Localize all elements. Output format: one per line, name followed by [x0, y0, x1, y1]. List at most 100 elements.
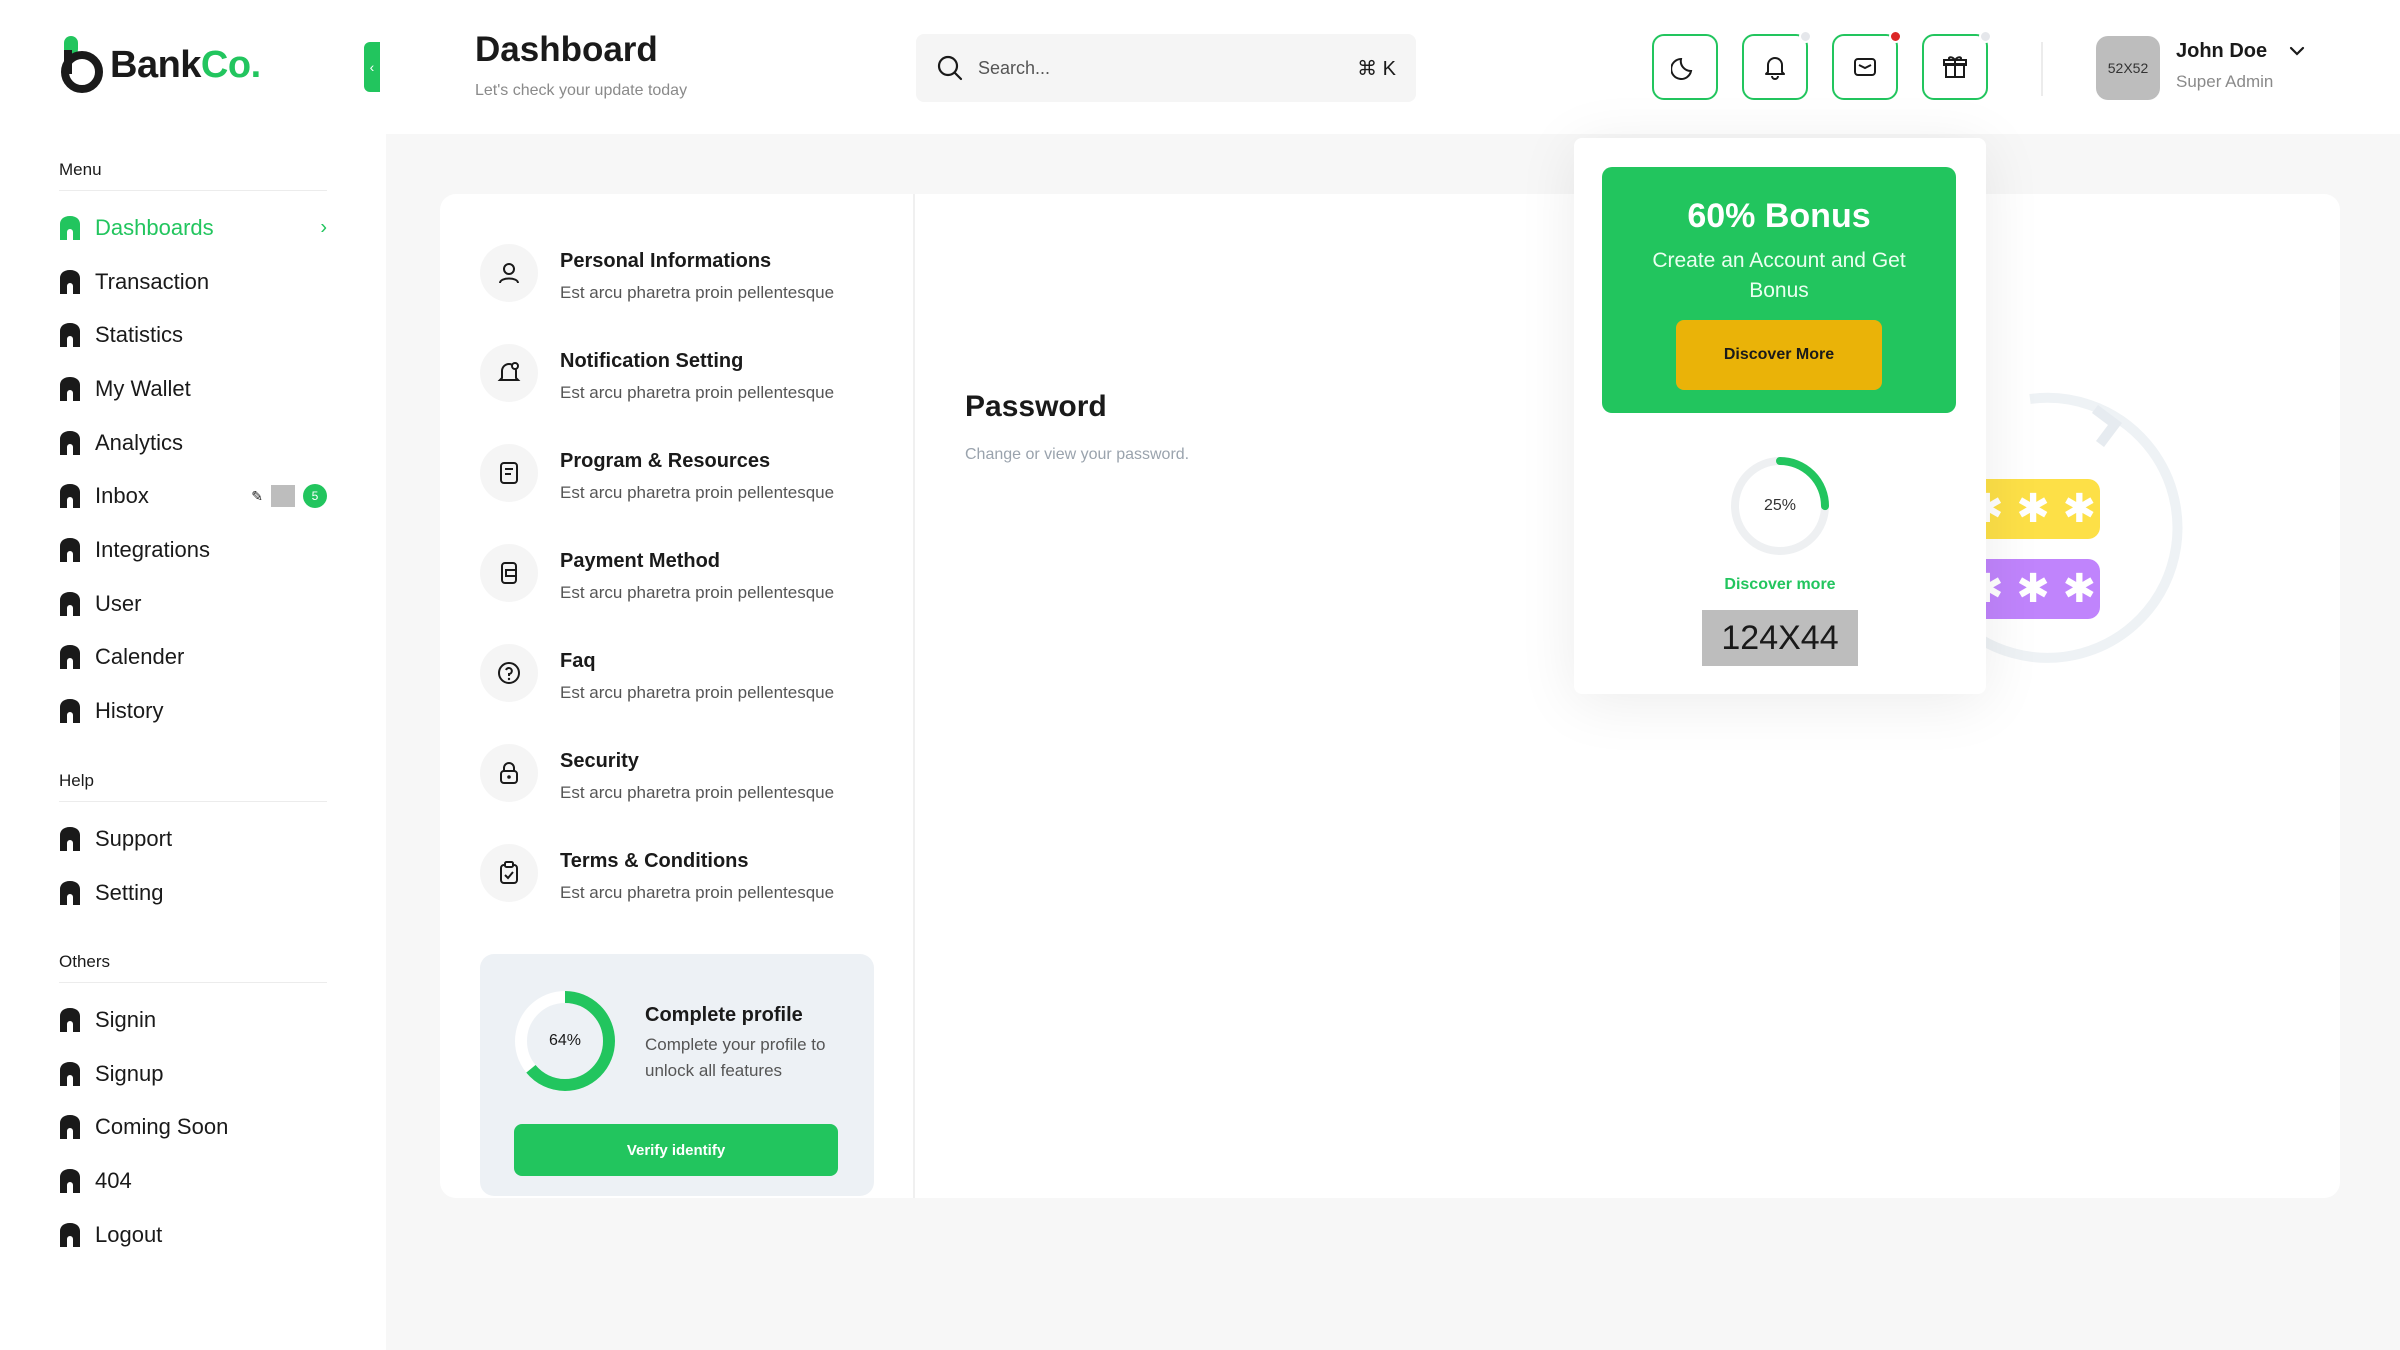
user-role: Super Admin	[2176, 72, 2274, 91]
bell-icon	[497, 362, 521, 381]
gifts-button[interactable]	[1922, 30, 1992, 100]
home-icon	[60, 1115, 80, 1140]
settings-item-title: Payment Method	[560, 550, 721, 572]
bonus-card: 60% Bonus Create an Account and Get Bonu…	[1602, 167, 1956, 413]
home-icon	[60, 215, 80, 240]
home-icon	[60, 323, 80, 348]
sidebar-item-user[interactable]: User	[59, 577, 327, 631]
sidebar-item-label: Signup	[95, 1060, 164, 1086]
sidebar-item-analytics[interactable]: Analytics	[59, 416, 327, 470]
gift-dot	[1979, 30, 1992, 43]
avatar[interactable]: 52X52	[2096, 36, 2160, 100]
gift-icon	[1943, 56, 1967, 78]
logo-icon	[61, 36, 103, 93]
others-section: Others Signin Signup Coming Soon 404 Logout	[59, 952, 327, 1261]
pen-icon: ✎	[251, 487, 263, 504]
settings-item-notification-setting[interactable]: Notification Setting Est arcu pharetra pr…	[480, 344, 900, 403]
complete-profile-desc: Complete your profile to unlock all feat…	[645, 1035, 826, 1080]
others-heading: Others	[59, 952, 327, 983]
sidebar-item-history[interactable]: History	[59, 684, 327, 738]
search-shortcut: ⌘ K	[1357, 57, 1396, 80]
messages-button[interactable]	[1832, 30, 1902, 100]
sidebar-item-label: Support	[95, 825, 173, 851]
settings-item-desc: Est arcu pharetra proin pellentesque	[560, 583, 835, 602]
sidebar-item-coming-soon[interactable]: Coming Soon	[59, 1100, 327, 1154]
settings-item-title: Terms & Conditions	[560, 850, 749, 872]
settings-icon-wrap	[480, 744, 538, 802]
placeholder-image: 124X44	[1702, 610, 1858, 666]
search-bar[interactable]: ⌘ K	[916, 34, 1416, 102]
sidebar-item-label: Setting	[95, 879, 164, 905]
sidebar-item-inbox[interactable]: Inbox ✎ 5	[59, 469, 327, 523]
help-circle-icon	[498, 662, 520, 684]
brand-name: BankCo.	[110, 43, 261, 86]
settings-item-payment-method[interactable]: Payment Method Est arcu pharetra proin pe…	[480, 544, 900, 603]
sidebar-item-my-wallet[interactable]: My Wallet	[59, 362, 327, 416]
lock-icon	[500, 762, 518, 784]
settings-item-title: Program & Resources	[560, 450, 771, 472]
sidebar-item-statistics[interactable]: Statistics	[59, 308, 327, 362]
help-section: Help Support Setting	[59, 771, 327, 919]
notifications-button[interactable]	[1742, 30, 1812, 100]
sidebar-item-signup[interactable]: Signup	[59, 1047, 327, 1101]
inbox-count-badge: 5	[303, 484, 327, 509]
chevron-down-icon[interactable]	[2286, 40, 2308, 62]
home-icon	[60, 376, 80, 401]
bonus-title: 60% Bonus	[1687, 197, 1871, 235]
home-icon	[60, 269, 80, 294]
settings-item-security[interactable]: Security Est arcu pharetra proin pellente…	[480, 744, 900, 803]
chevron-left-icon: ‹	[369, 59, 375, 75]
home-icon	[60, 484, 80, 509]
settings-item-faq[interactable]: Faq Est arcu pharetra proin pellentesque	[480, 644, 900, 703]
sidebar-item-logout[interactable]: Logout	[59, 1208, 327, 1262]
profile-progress-label: 64%	[548, 1032, 582, 1049]
home-icon	[60, 826, 80, 851]
discover-more-link[interactable]: Discover more	[1574, 576, 1986, 594]
sidebar-item-label: Signin	[95, 1006, 157, 1032]
bell-icon	[1765, 57, 1785, 80]
bonus-desc: Create an Account and Get Bonus	[1652, 249, 1906, 302]
search-input[interactable]	[978, 57, 1358, 79]
top-header: Dashboard Let's check your update today …	[386, 0, 2400, 134]
sidebar-item-label: Integrations	[95, 536, 210, 562]
dark-mode-button[interactable]	[1652, 34, 1718, 100]
settings-item-desc: Est arcu pharetra proin pellentesque	[560, 783, 835, 802]
home-icon	[60, 880, 80, 905]
page-title: Dashboard	[475, 30, 658, 69]
sidebar-item-signin[interactable]: Signin	[59, 993, 327, 1047]
settings-icon-wrap	[480, 644, 538, 702]
page-subtitle: Let's check your update today	[475, 82, 688, 99]
message-dot	[1889, 30, 1902, 43]
chevron-right-icon: ›	[320, 216, 327, 239]
sidebar-item-transaction[interactable]: Transaction	[59, 255, 327, 309]
settings-item-terms-conditions[interactable]: Terms & Conditions Est arcu pharetra proi…	[480, 844, 900, 903]
settings-item-program-resources[interactable]: Program & Resources Est arcu pharetra pro…	[480, 444, 900, 503]
svg-text:✱ ✱ ✱: ✱ ✱ ✱	[1970, 566, 2096, 612]
settings-item-desc: Est arcu pharetra proin pellentesque	[560, 283, 835, 302]
collapse-sidebar-button[interactable]: ‹	[364, 42, 380, 92]
sidebar-item-label: Dashboards	[95, 214, 214, 240]
sidebar-item-label: Logout	[95, 1221, 163, 1247]
settings-item-title: Notification Setting	[560, 350, 744, 372]
thumbnail-image	[271, 485, 295, 508]
complete-profile-card: 64% Complete profile Complete your profi…	[480, 954, 874, 1196]
settings-menu: Personal Informations Est arcu pharetra p…	[440, 194, 915, 1198]
sidebar-item-setting[interactable]: Setting	[59, 866, 327, 920]
sidebar-item-integrations[interactable]: Integrations	[59, 523, 327, 577]
brand-logo[interactable]: BankCo.	[60, 36, 261, 94]
header-divider	[2041, 42, 2043, 96]
settings-card: Personal Informations Est arcu pharetra p…	[440, 194, 2340, 1198]
sidebar-item-calender[interactable]: Calender	[59, 631, 327, 685]
discover-more-button[interactable]: Discover More	[1676, 320, 1882, 390]
settings-icon-wrap	[480, 244, 538, 302]
settings-item-personal-informations[interactable]: Personal Informations Est arcu pharetra p…	[480, 244, 900, 303]
sidebar-item-support[interactable]: Support	[59, 812, 327, 866]
verify-identity-button[interactable]: Verify identify	[514, 1124, 838, 1176]
sidebar-item-dashboards[interactable]: Dashboards ›	[59, 201, 327, 255]
settings-icon-wrap	[480, 844, 538, 902]
sidebar-item-404[interactable]: 404	[59, 1154, 327, 1208]
settings-item-desc: Est arcu pharetra proin pellentesque	[560, 383, 835, 402]
user-name[interactable]: John Doe	[2176, 40, 2267, 63]
notification-dot	[1799, 30, 1812, 43]
home-icon	[60, 1168, 80, 1193]
